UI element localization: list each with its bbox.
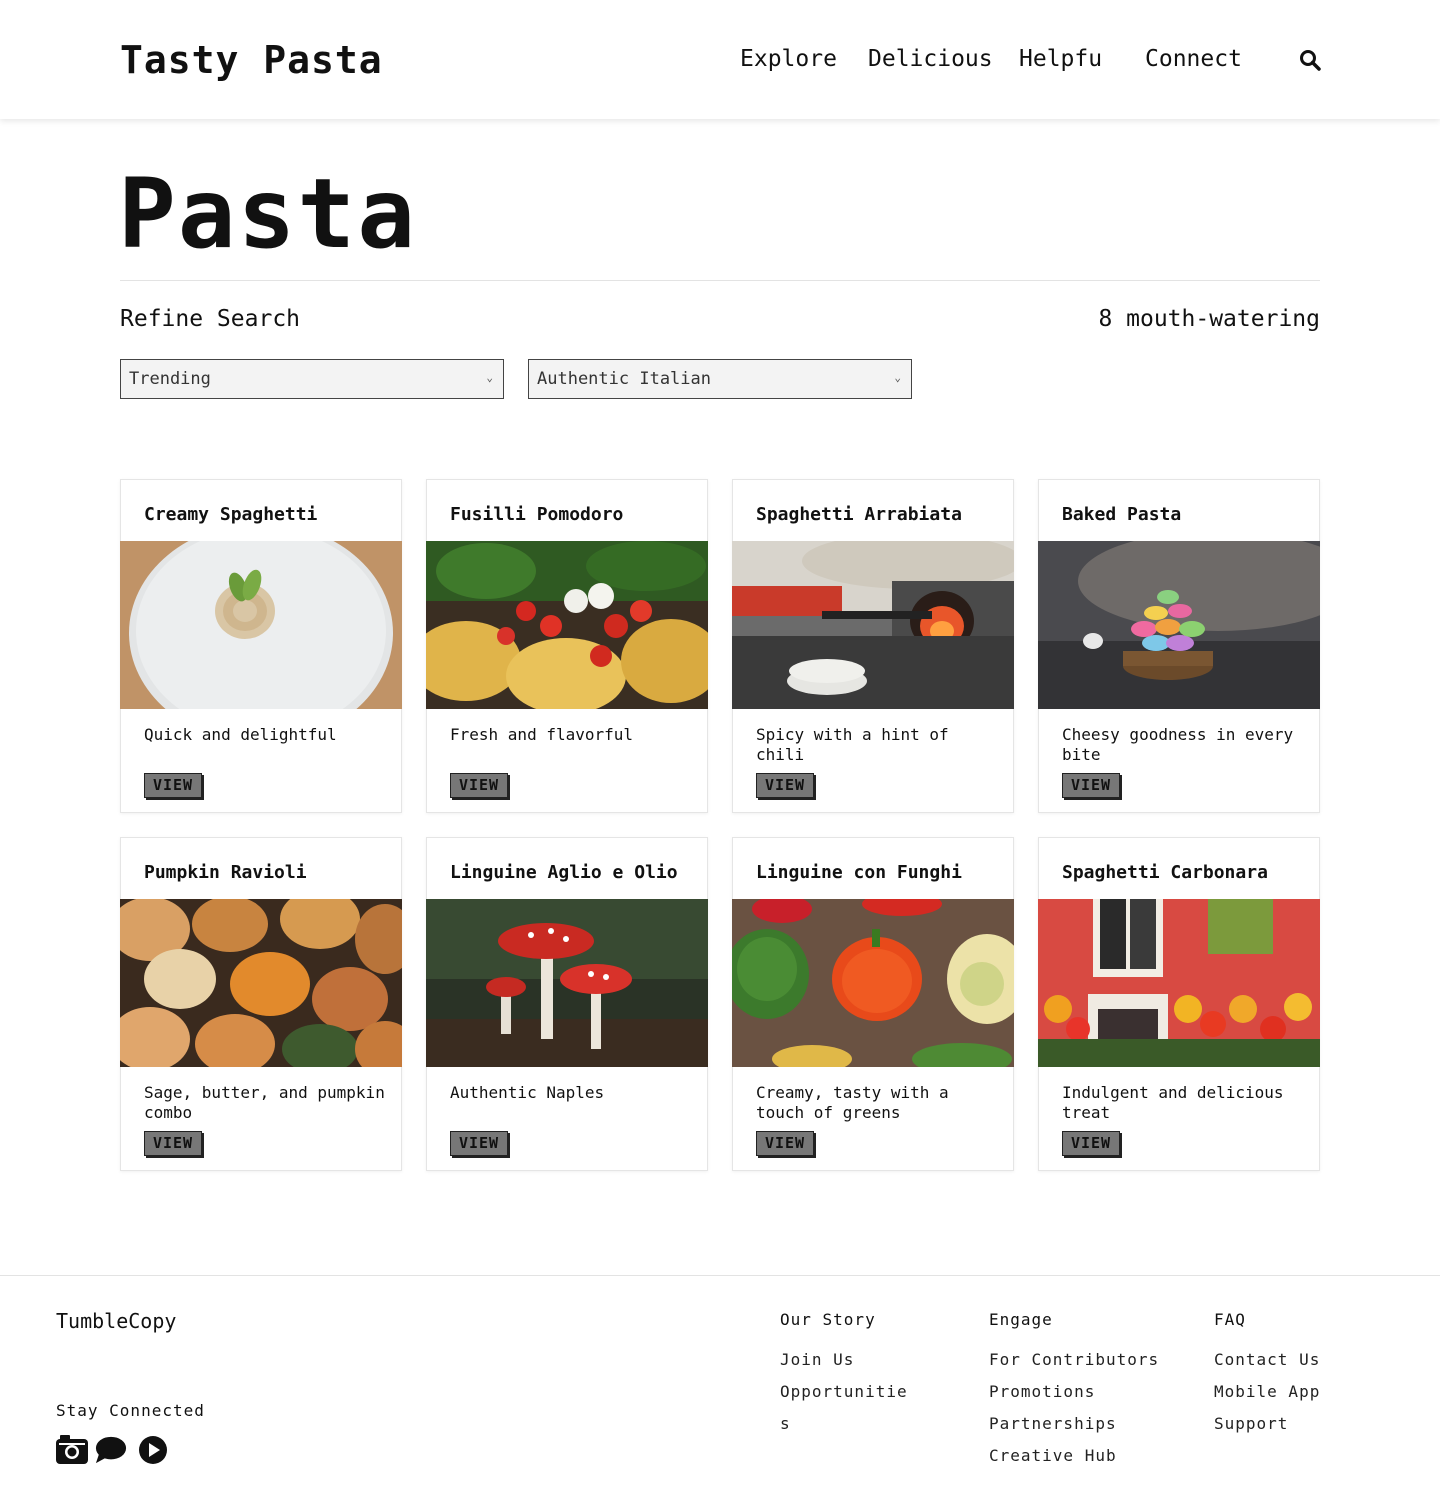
page-title: Pasta <box>118 158 417 270</box>
recipe-card[interactable]: Fusilli Pomodoro Fresh and flavorful VIE… <box>426 479 708 813</box>
footer-link-opportunities-wrap[interactable]: s <box>780 1414 791 1433</box>
cuisine-select-value: Authentic Italian <box>537 369 711 389</box>
footer-heading-faq: FAQ <box>1214 1310 1246 1329</box>
recipe-card-title: Linguine Aglio e Olio <box>450 862 678 883</box>
recipe-card-title: Fusilli Pomodoro <box>450 504 624 525</box>
recipe-card-description: Cheesy goodness in every bite <box>1062 725 1294 764</box>
footer-link-partnerships[interactable]: Partnerships <box>989 1414 1117 1433</box>
footer-link-support[interactable]: Support <box>1214 1414 1288 1433</box>
view-button[interactable]: VIEW <box>144 773 202 798</box>
view-button[interactable]: VIEW <box>450 1131 508 1156</box>
result-count: 8 mouth-watering <box>1098 306 1320 332</box>
footer-heading-our-story: Our Story <box>780 1310 876 1329</box>
recipe-image <box>120 899 402 1067</box>
recipe-card[interactable]: Spaghetti Carbonara Indulgent and delici… <box>1038 837 1320 1171</box>
recipe-card-description: Quick and delightful <box>144 725 337 744</box>
recipe-image <box>732 899 1014 1067</box>
footer-link-promotions[interactable]: Promotions <box>989 1382 1095 1401</box>
recipe-card[interactable]: Creamy Spaghetti Quick and delightful VI… <box>120 479 402 813</box>
footer-link-contact-us[interactable]: Contact Us <box>1214 1350 1320 1369</box>
recipe-card-description: Spicy with a hint of chili <box>756 725 949 764</box>
refine-search-label: Refine Search <box>120 306 301 332</box>
title-divider <box>120 280 1320 281</box>
footer-divider <box>0 1275 1440 1276</box>
view-button[interactable]: VIEW <box>450 773 508 798</box>
recipe-card-title: Creamy Spaghetti <box>144 504 318 525</box>
recipe-card-title: Pumpkin Ravioli <box>144 862 307 883</box>
recipe-card-description: Fresh and flavorful <box>450 725 634 744</box>
recipe-card-title: Baked Pasta <box>1062 504 1182 525</box>
recipe-card[interactable]: Linguine con Funghi Creamy, tasty with a… <box>732 837 1014 1171</box>
recipe-card-title: Linguine con Funghi <box>756 862 962 883</box>
nav-explore[interactable]: Explore <box>740 46 837 72</box>
recipe-card[interactable]: Baked Pasta Cheesy goodness in every bit… <box>1038 479 1320 813</box>
recipe-card-description: Authentic Naples <box>450 1083 605 1102</box>
recipe-image <box>426 541 708 709</box>
footer-brand[interactable]: TumbleCopy <box>56 1309 176 1333</box>
site-logo[interactable]: Tasty Pasta <box>120 38 383 82</box>
view-button[interactable]: VIEW <box>1062 1131 1120 1156</box>
play-icon[interactable] <box>138 1435 170 1465</box>
view-button[interactable]: VIEW <box>144 1131 202 1156</box>
nav-connect[interactable]: Connect <box>1145 46 1242 72</box>
recipe-card[interactable]: Spaghetti Arrabiata Spicy with a hint of… <box>732 479 1014 813</box>
search-icon[interactable] <box>1299 49 1321 71</box>
recipe-image <box>426 899 708 1067</box>
nav-helpful[interactable]: Helpfu <box>1019 46 1102 72</box>
recipe-image <box>120 541 402 709</box>
camera-icon[interactable] <box>56 1435 88 1465</box>
sort-select[interactable]: Trending ⌄ <box>120 359 504 399</box>
chevron-down-icon: ⌄ <box>894 371 901 384</box>
recipe-card-description: Indulgent and delicious treat <box>1062 1083 1284 1122</box>
footer-heading-engage: Engage <box>989 1310 1053 1329</box>
recipe-card-description: Sage, butter, and pumpkin combo <box>144 1083 385 1122</box>
recipe-card-title: Spaghetti Carbonara <box>1062 862 1268 883</box>
footer-link-mobile-app[interactable]: Mobile App <box>1214 1382 1320 1401</box>
view-button[interactable]: VIEW <box>756 773 814 798</box>
recipe-card[interactable]: Linguine Aglio e Olio Authentic Naples V… <box>426 837 708 1171</box>
recipe-card-title: Spaghetti Arrabiata <box>756 504 962 525</box>
view-button[interactable]: VIEW <box>1062 773 1120 798</box>
footer-link-contributors[interactable]: For Contributors <box>989 1350 1159 1369</box>
view-button[interactable]: VIEW <box>756 1131 814 1156</box>
chevron-down-icon: ⌄ <box>486 371 493 384</box>
footer-link-join-us[interactable]: Join Us <box>780 1350 854 1369</box>
nav-delicious[interactable]: Delicious <box>868 46 993 72</box>
recipe-image <box>1038 541 1320 709</box>
site-header: Tasty Pasta Explore Delicious Helpfu Con… <box>0 0 1440 119</box>
recipe-card-description: Creamy, tasty with a touch of greens <box>756 1083 949 1122</box>
cuisine-select[interactable]: Authentic Italian ⌄ <box>528 359 912 399</box>
footer-link-opportunities[interactable]: Opportunitie <box>780 1382 908 1401</box>
recipe-card[interactable]: Pumpkin Ravioli Sage, butter, and pumpki… <box>120 837 402 1171</box>
recipe-image <box>732 541 1014 709</box>
sort-select-value: Trending <box>129 369 211 389</box>
footer-link-creative-hub[interactable]: Creative Hub <box>989 1446 1117 1465</box>
chat-icon[interactable] <box>95 1435 127 1465</box>
recipe-image <box>1038 899 1320 1067</box>
stay-connected-label: Stay Connected <box>56 1401 205 1420</box>
